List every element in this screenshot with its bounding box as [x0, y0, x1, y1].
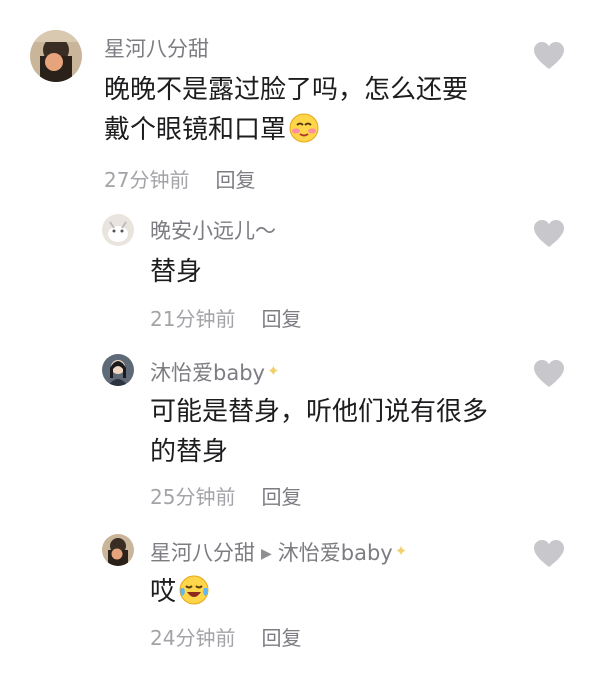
heart-icon[interactable]: [534, 540, 564, 568]
comment-username-row[interactable]: 沐怡爱baby ✦: [150, 358, 280, 386]
sparkle-icon: ✦: [394, 542, 408, 560]
reply-item: 晚安小远儿～ 替身 21分钟前 回复: [0, 200, 592, 340]
comment-username[interactable]: 星河八分甜: [104, 36, 209, 62]
heart-icon[interactable]: [534, 360, 564, 388]
blush-emoji: [289, 113, 319, 143]
comment-meta: 27分钟前 回复: [104, 168, 255, 192]
reply-item: 沐怡爱baby ✦ 可能是替身，听他们说有很多 的替身 25分钟前 回复: [0, 340, 592, 520]
comment-line-with-emoji: 戴个眼镜和口罩: [104, 110, 468, 150]
avatar[interactable]: [102, 534, 134, 566]
reply-to-username[interactable]: 沐怡爱baby: [278, 541, 393, 565]
heart-icon[interactable]: [534, 42, 564, 70]
comment-username-row[interactable]: 星河八分甜 ▶ 沐怡爱baby ✦: [150, 538, 407, 567]
avatar[interactable]: [102, 214, 134, 246]
avatar[interactable]: [30, 30, 82, 82]
reply-button[interactable]: 回复: [261, 485, 301, 509]
avatar[interactable]: [102, 354, 134, 386]
comment-line: 戴个眼镜和口罩: [104, 115, 287, 145]
comment-username[interactable]: 晚安小远儿～: [150, 218, 276, 244]
comment-time: 21分钟前: [150, 307, 236, 331]
comment-meta: 21分钟前 回复: [150, 307, 301, 331]
reply-button[interactable]: 回复: [215, 168, 255, 192]
heart-icon[interactable]: [534, 220, 564, 248]
comment-time: 27分钟前: [104, 168, 190, 192]
comment-username[interactable]: 沐怡爱baby: [150, 361, 265, 385]
comment-text: 可能是替身，听他们说有很多 的替身: [150, 392, 488, 472]
comment-item: 星河八分甜 晚晚不是露过脸了吗，怎么还要 戴个眼镜和口罩 27分钟前 回复: [0, 0, 592, 200]
comment-line: 的替身: [150, 437, 229, 467]
reply-button[interactable]: 回复: [261, 626, 301, 650]
comment-meta: 24分钟前 回复: [150, 626, 301, 650]
comment-time: 24分钟前: [150, 626, 236, 650]
comment-text: 哎: [150, 572, 210, 612]
comment-text: 替身: [150, 252, 202, 292]
comment-line-with-emoji: 哎: [150, 572, 210, 612]
comment-line: 替身: [150, 257, 203, 287]
comment-time: 25分钟前: [150, 485, 236, 509]
comment-line: 哎: [150, 577, 177, 607]
sparkle-icon: ✦: [266, 362, 280, 380]
comment-meta: 25分钟前 回复: [150, 485, 301, 509]
comment-text: 晚晚不是露过脸了吗，怎么还要 戴个眼镜和口罩: [104, 70, 468, 150]
reply-arrow-icon: ▶: [261, 546, 272, 562]
reply-item: 星河八分甜 ▶ 沐怡爱baby ✦ 哎 24分钟前 回复: [0, 520, 592, 680]
comment-username[interactable]: 星河八分甜: [150, 541, 255, 565]
crying-laughing-emoji: [179, 575, 209, 605]
reply-button[interactable]: 回复: [261, 307, 301, 331]
comment-line: 晚晚不是露过脸了吗，怎么还要: [104, 75, 469, 105]
comment-line: 可能是替身，听他们说有很多: [150, 397, 489, 427]
